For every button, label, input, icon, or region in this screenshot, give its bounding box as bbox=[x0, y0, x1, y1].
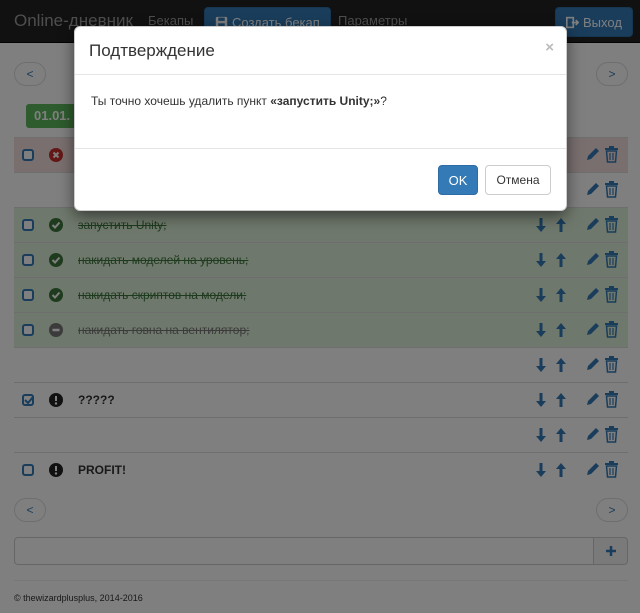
cancel-button[interactable]: Отмена bbox=[485, 165, 551, 195]
dialog-footer: OK Отмена bbox=[75, 148, 566, 212]
ok-button[interactable]: OK bbox=[438, 165, 478, 195]
dialog-header: Подтверждение × bbox=[75, 27, 566, 75]
confirm-dialog: Подтверждение × Ты точно хочешь удалить … bbox=[74, 26, 567, 211]
dialog-item-name: «запустить Unity;» bbox=[270, 94, 381, 108]
dialog-question-suffix: ? bbox=[380, 94, 387, 108]
dialog-message: Ты точно хочешь удалить пункт «запустить… bbox=[91, 94, 387, 108]
dialog-question-prefix: Ты точно хочешь удалить пункт bbox=[91, 94, 271, 108]
dialog-title: Подтверждение bbox=[89, 41, 215, 60]
close-icon[interactable]: × bbox=[545, 39, 554, 56]
